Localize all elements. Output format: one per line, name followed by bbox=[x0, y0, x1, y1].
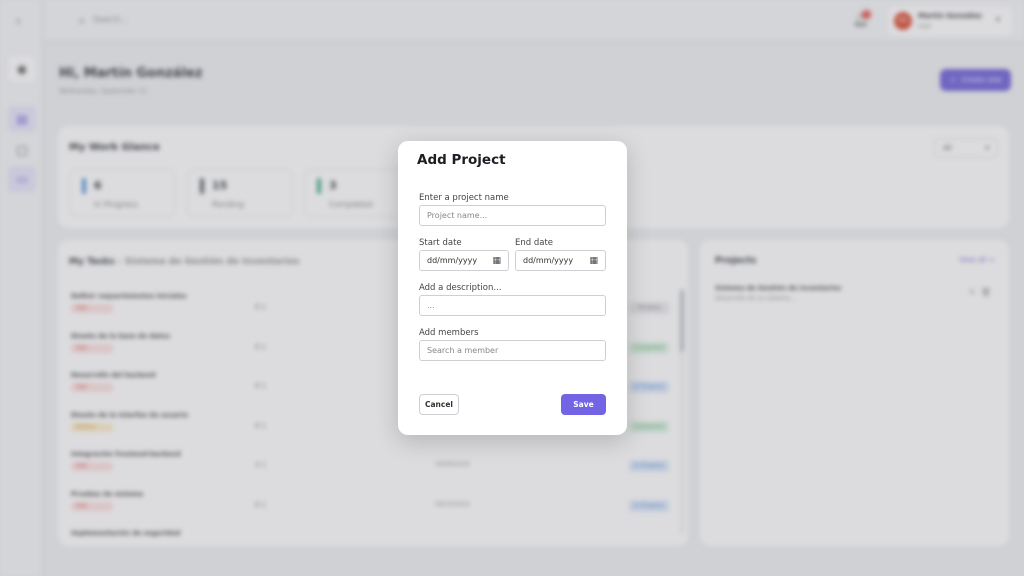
description-label: Add a description... bbox=[419, 283, 502, 293]
save-button[interactable]: Save bbox=[561, 394, 606, 415]
calendar-icon[interactable]: ▦ bbox=[492, 256, 501, 266]
project-name-label: Enter a project name bbox=[419, 193, 509, 203]
end-date-input[interactable]: dd/mm/yyyy ▦ bbox=[515, 250, 606, 271]
members-label: Add members bbox=[419, 328, 479, 338]
start-date-input[interactable]: dd/mm/yyyy ▦ bbox=[419, 250, 509, 271]
description-input[interactable]: ... bbox=[419, 295, 606, 316]
member-search-placeholder: Search a member bbox=[427, 346, 499, 355]
modal-title: Add Project bbox=[417, 152, 506, 168]
start-date-placeholder: dd/mm/yyyy bbox=[427, 256, 478, 265]
add-project-modal: Add Project Enter a project name Project… bbox=[398, 141, 627, 435]
calendar-icon[interactable]: ▦ bbox=[589, 256, 598, 266]
project-name-placeholder: Project name... bbox=[427, 211, 488, 220]
end-date-label: End date bbox=[515, 238, 554, 248]
start-date-label: Start date bbox=[419, 238, 462, 248]
cancel-button[interactable]: Cancel bbox=[419, 394, 459, 415]
end-date-placeholder: dd/mm/yyyy bbox=[523, 256, 574, 265]
description-placeholder: ... bbox=[427, 301, 435, 310]
member-search-input[interactable]: Search a member bbox=[419, 340, 606, 361]
project-name-input[interactable]: Project name... bbox=[419, 205, 606, 226]
